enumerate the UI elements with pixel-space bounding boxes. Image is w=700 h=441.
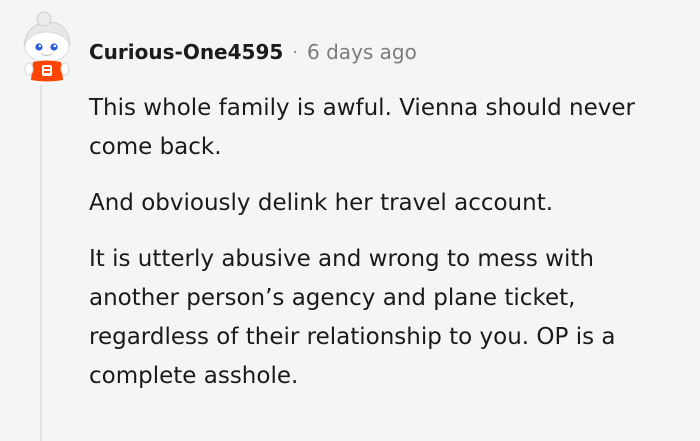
meta-separator: · <box>292 41 299 63</box>
comment-paragraph: It is utterly abusive and wrong to mess … <box>89 246 616 389</box>
comment-body: This whole family is awful. Vienna shoul… <box>89 89 689 413</box>
comment-thread-line[interactable] <box>40 85 42 441</box>
comment-timestamp-link[interactable]: 6 days ago <box>307 40 417 64</box>
comment-paragraph: This whole family is awful. Vienna shoul… <box>89 95 635 160</box>
comment-author-link[interactable]: Curious-One4595 <box>89 40 283 64</box>
user-avatar[interactable] <box>14 10 76 84</box>
snoo-avatar-icon <box>23 11 71 82</box>
comment-paragraph: And obviously delink her travel account. <box>89 190 554 216</box>
comment-header: Curious-One4595 · 6 days ago <box>89 37 417 67</box>
